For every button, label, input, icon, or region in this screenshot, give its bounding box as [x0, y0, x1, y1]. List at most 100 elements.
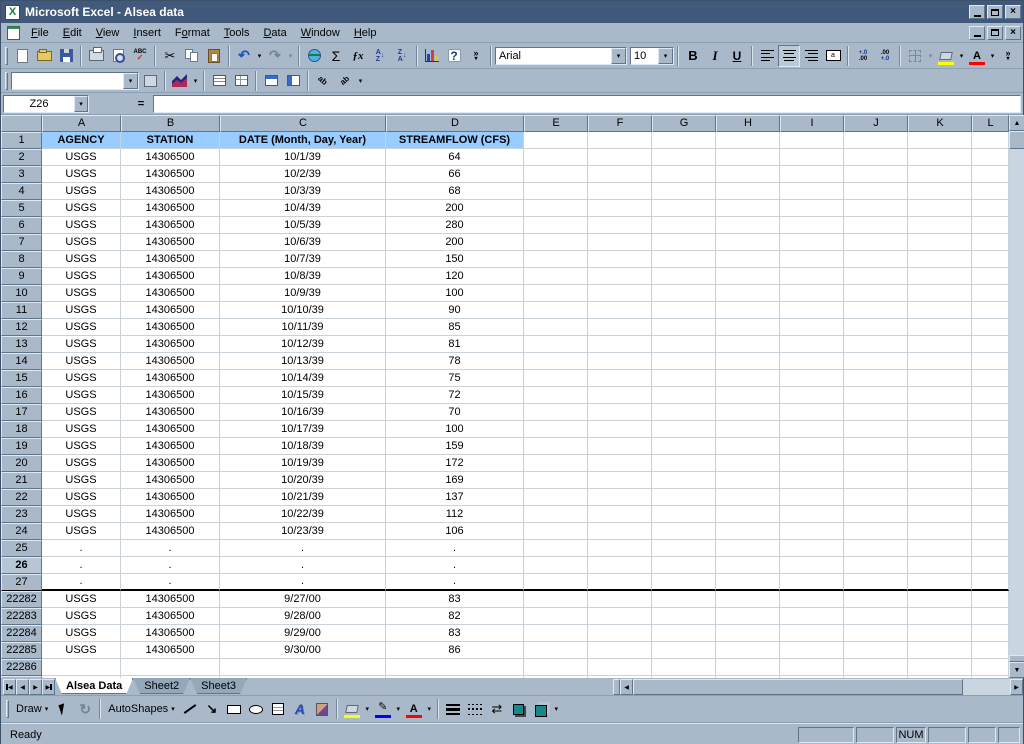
- cell-K7[interactable]: [908, 234, 972, 251]
- cell-F22287[interactable]: [588, 676, 652, 678]
- cell-G26[interactable]: [652, 557, 716, 574]
- cell-J6[interactable]: [844, 217, 908, 234]
- cell-G7[interactable]: [652, 234, 716, 251]
- cell-E10[interactable]: [524, 285, 588, 302]
- cell-H22287[interactable]: [716, 676, 780, 678]
- cell-J15[interactable]: [844, 370, 908, 387]
- cell-B23[interactable]: 14306500: [121, 506, 220, 523]
- cell-F21[interactable]: [588, 472, 652, 489]
- column-header-C[interactable]: C: [220, 115, 386, 132]
- cell-K22282[interactable]: [908, 591, 972, 608]
- cell-J17[interactable]: [844, 404, 908, 421]
- cell-G27[interactable]: [652, 574, 716, 591]
- cell-C24[interactable]: 10/23/39: [220, 523, 386, 540]
- cell-L11[interactable]: [972, 302, 1009, 319]
- cell-L15[interactable]: [972, 370, 1009, 387]
- cell-I17[interactable]: [780, 404, 844, 421]
- cell-F17[interactable]: [588, 404, 652, 421]
- row-header-11[interactable]: 11: [1, 302, 42, 319]
- cell-D13[interactable]: 81: [386, 336, 524, 353]
- row-header-13[interactable]: 13: [1, 336, 42, 353]
- cell-K18[interactable]: [908, 421, 972, 438]
- cell-K5[interactable]: [908, 200, 972, 217]
- cell-B11[interactable]: 14306500: [121, 302, 220, 319]
- draw-menu-button[interactable]: Draw ▾: [12, 698, 52, 720]
- cell-I6[interactable]: [780, 217, 844, 234]
- cell-L14[interactable]: [972, 353, 1009, 370]
- cell-L4[interactable]: [972, 183, 1009, 200]
- row-header-18[interactable]: 18: [1, 421, 42, 438]
- cell-I22283[interactable]: [780, 608, 844, 625]
- cell-C15[interactable]: 10/14/39: [220, 370, 386, 387]
- cell-E3[interactable]: [524, 166, 588, 183]
- cell-J22283[interactable]: [844, 608, 908, 625]
- cell-F4[interactable]: [588, 183, 652, 200]
- cell-C6[interactable]: 10/5/39: [220, 217, 386, 234]
- cell-E12[interactable]: [524, 319, 588, 336]
- chart-toolbar-more[interactable]: ▾: [356, 70, 365, 92]
- cell-C14[interactable]: 10/13/39: [220, 353, 386, 370]
- cell-D17[interactable]: 70: [386, 404, 524, 421]
- cell-G22287[interactable]: [652, 676, 716, 678]
- cell-H2[interactable]: [716, 149, 780, 166]
- cell-B17[interactable]: 14306500: [121, 404, 220, 421]
- chart-type-button[interactable]: [169, 70, 191, 92]
- cell-J16[interactable]: [844, 387, 908, 404]
- cell-E22287[interactable]: [524, 676, 588, 678]
- row-header-22285[interactable]: 22285: [1, 642, 42, 659]
- cell-G19[interactable]: [652, 438, 716, 455]
- cell-E20[interactable]: [524, 455, 588, 472]
- row-header-21[interactable]: 21: [1, 472, 42, 489]
- cell-G21[interactable]: [652, 472, 716, 489]
- row-header-8[interactable]: 8: [1, 251, 42, 268]
- cell-F23[interactable]: [588, 506, 652, 523]
- cell-F3[interactable]: [588, 166, 652, 183]
- dash-style-button[interactable]: [464, 698, 486, 720]
- cell-H9[interactable]: [716, 268, 780, 285]
- cell-K22285[interactable]: [908, 642, 972, 659]
- cell-J27[interactable]: [844, 574, 908, 591]
- cell-I10[interactable]: [780, 285, 844, 302]
- cell-H26[interactable]: [716, 557, 780, 574]
- cell-J1[interactable]: [844, 132, 908, 149]
- row-header-22287[interactable]: 22287: [1, 676, 42, 678]
- redo-button[interactable]: ↷: [264, 45, 286, 67]
- cell-L1[interactable]: [972, 132, 1009, 149]
- cell-J24[interactable]: [844, 523, 908, 540]
- threed-button[interactable]: [530, 698, 552, 720]
- cell-K16[interactable]: [908, 387, 972, 404]
- cell-L6[interactable]: [972, 217, 1009, 234]
- print-button[interactable]: [85, 45, 107, 67]
- chart-type-dropdown[interactable]: ▾: [191, 70, 200, 92]
- cell-G22285[interactable]: [652, 642, 716, 659]
- cell-C22[interactable]: 10/21/39: [220, 489, 386, 506]
- tab-last-button[interactable]: ▶: [42, 679, 55, 695]
- cell-I4[interactable]: [780, 183, 844, 200]
- cell-C3[interactable]: 10/2/39: [220, 166, 386, 183]
- cell-L22283[interactable]: [972, 608, 1009, 625]
- cell-C20[interactable]: 10/19/39: [220, 455, 386, 472]
- cell-J25[interactable]: [844, 540, 908, 557]
- cell-I13[interactable]: [780, 336, 844, 353]
- select-objects-button[interactable]: [52, 698, 74, 720]
- cell-A4[interactable]: USGS: [42, 183, 121, 200]
- cell-H10[interactable]: [716, 285, 780, 302]
- cell-E22285[interactable]: [524, 642, 588, 659]
- cell-J22282[interactable]: [844, 591, 908, 608]
- cell-L24[interactable]: [972, 523, 1009, 540]
- cell-I2[interactable]: [780, 149, 844, 166]
- cell-E22283[interactable]: [524, 608, 588, 625]
- cell-D22284[interactable]: 83: [386, 625, 524, 642]
- cell-H22282[interactable]: [716, 591, 780, 608]
- cell-C22287[interactable]: [220, 676, 386, 678]
- menu-item-insert[interactable]: Insert: [126, 25, 168, 41]
- cell-G13[interactable]: [652, 336, 716, 353]
- help-button[interactable]: ?: [443, 45, 465, 67]
- cell-F26[interactable]: [588, 557, 652, 574]
- cell-A17[interactable]: USGS: [42, 404, 121, 421]
- cell-E13[interactable]: [524, 336, 588, 353]
- cell-B27[interactable]: .: [121, 574, 220, 591]
- cell-L21[interactable]: [972, 472, 1009, 489]
- cell-G3[interactable]: [652, 166, 716, 183]
- increase-decimal-button[interactable]: +.0.00: [852, 45, 874, 67]
